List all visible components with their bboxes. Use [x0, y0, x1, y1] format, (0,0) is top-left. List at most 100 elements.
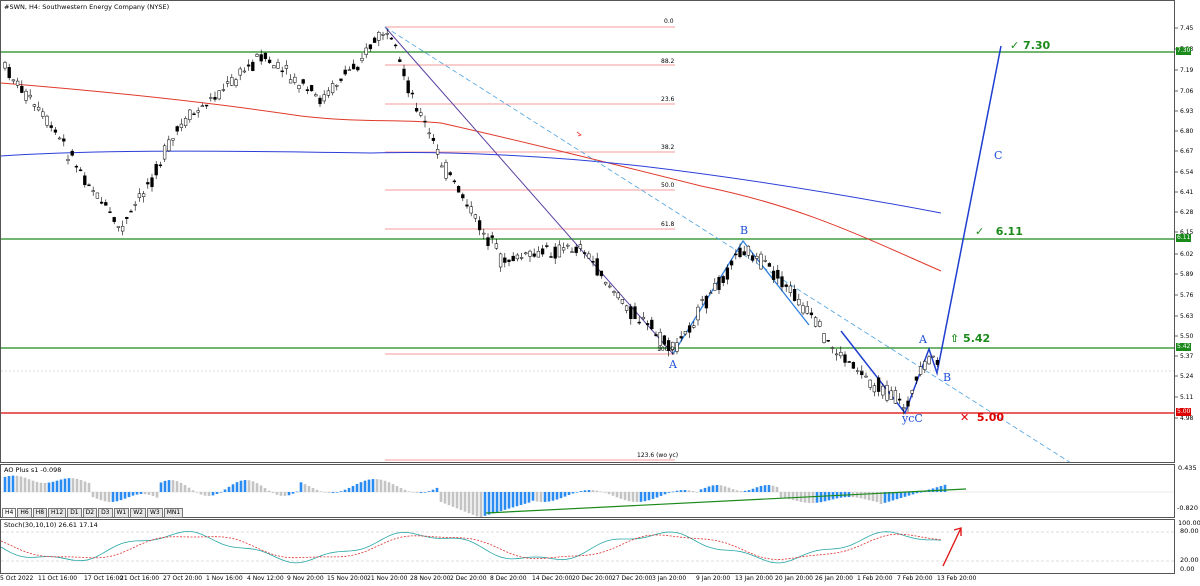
candle-body — [129, 210, 133, 213]
ao-bar — [611, 492, 615, 496]
candle-body — [834, 353, 839, 356]
ao-bar — [155, 492, 159, 498]
date-label: 2 Dec 20:00 — [450, 575, 487, 582]
candle-body — [603, 281, 608, 285]
timeframe-tab-w3[interactable]: W3 — [147, 508, 163, 518]
ao-bar — [83, 481, 87, 492]
candle-body — [902, 407, 906, 410]
candle-body — [914, 376, 919, 381]
candle-body — [238, 68, 242, 76]
candle-body — [175, 126, 179, 132]
candle-body — [587, 253, 591, 259]
ao-bar — [427, 491, 431, 492]
candle-body — [171, 138, 175, 141]
price-axis[interactable]: 7.457.337.197.066.936.806.676.546.416.28… — [1175, 0, 1200, 463]
stoch-axis-0: 0.00 — [1180, 565, 1195, 573]
ao-bar — [939, 486, 943, 492]
candle-body — [326, 90, 331, 96]
timeframe-tab-d1[interactable]: D1 — [67, 508, 82, 518]
timeframe-tab-w1[interactable]: W1 — [113, 508, 130, 518]
candle-body — [805, 306, 809, 314]
ao-bar — [211, 492, 215, 496]
ao-bar — [903, 492, 907, 497]
candle-body — [721, 276, 725, 283]
candle-body — [162, 145, 167, 160]
ao-bar — [667, 492, 671, 493]
stoch-axis-20: 20.00 — [1180, 556, 1199, 564]
timeframe-tab-h4[interactable]: H4 — [2, 508, 17, 518]
timeframe-tab-h6[interactable]: H6 — [17, 508, 32, 518]
price-tick-label: 7.45 — [1180, 25, 1194, 32]
ao-axis-bottom: -0.820 — [1177, 504, 1198, 512]
candle-body — [931, 355, 935, 358]
stoch-indicator-pane[interactable]: Stoch(30,10,10) 26.61 17.14 — [0, 519, 1175, 574]
ao-bar — [739, 490, 743, 492]
level-611-value: 6.11 — [995, 225, 1023, 238]
ao-bar — [631, 492, 635, 502]
candle-body — [515, 254, 520, 260]
candle-body — [494, 243, 499, 249]
candle-body — [11, 79, 16, 82]
candle-body — [280, 70, 284, 73]
level-500-label: ✕ 5.00 — [960, 411, 1005, 424]
ao-bar — [219, 491, 223, 493]
candle-body — [120, 225, 125, 232]
ao-bar — [915, 492, 919, 494]
price-axis-ticks: 7.457.337.197.066.936.806.676.546.416.28… — [1175, 25, 1194, 422]
ao-bar — [743, 490, 747, 492]
ao-bar — [747, 490, 751, 492]
ao-bar — [235, 482, 239, 492]
candle-body — [633, 306, 637, 320]
fib-label-1000: 100.0 — [657, 346, 675, 353]
candle-body — [927, 356, 931, 365]
ao-bar — [467, 492, 471, 514]
candle-body — [225, 81, 230, 84]
ao-bar — [371, 479, 375, 492]
timeframe-tab-h12[interactable]: H12 — [48, 508, 67, 518]
candle-body — [70, 150, 74, 156]
stoch-lines — [1, 527, 1174, 567]
wave-label-b2: B — [943, 371, 952, 384]
ao-bar — [751, 488, 755, 492]
candle-body — [872, 385, 877, 393]
ao-bar — [407, 491, 411, 492]
ao-bar — [259, 485, 263, 492]
ao-bar — [95, 492, 99, 499]
candle-body — [414, 108, 419, 112]
candle-body — [167, 139, 171, 152]
ao-bar — [559, 492, 563, 499]
candle-body — [843, 354, 847, 363]
candle-body — [230, 77, 234, 86]
date-label: 21 Nov 20:00 — [367, 575, 408, 582]
ao-bar — [431, 489, 435, 492]
ao-bar — [287, 492, 291, 496]
timeframe-tab-w2[interactable]: W2 — [130, 508, 146, 518]
timeframe-tab-h8[interactable]: H8 — [32, 508, 48, 518]
candle-body — [284, 64, 289, 69]
ao-bar — [127, 492, 131, 498]
candle-body — [83, 175, 87, 186]
date-label: 17 Oct 16:00 — [84, 575, 124, 582]
candle-body — [868, 379, 872, 388]
ao-bar — [603, 492, 607, 493]
candle-body — [574, 246, 578, 253]
timeframe-tab-d3[interactable]: D3 — [98, 508, 113, 518]
price-tick-label: 6.41 — [1180, 189, 1194, 196]
date-label: 15 Nov 20:00 — [327, 575, 368, 582]
ao-bar — [487, 492, 491, 515]
level-500-value: 5.00 — [976, 411, 1005, 424]
candle-body — [192, 113, 196, 116]
candle-body — [36, 106, 41, 111]
ao-bar — [375, 479, 379, 492]
ao-bar — [87, 482, 91, 492]
timeframe-tab-mn1[interactable]: MN1 — [163, 508, 184, 518]
candle-body — [473, 214, 478, 219]
ao-bar — [227, 486, 231, 492]
ao-bar — [103, 492, 107, 502]
candle-body — [675, 342, 679, 352]
ao-bar — [267, 490, 271, 492]
ao-bar — [587, 490, 591, 492]
timeframe-tab-d2[interactable]: D2 — [82, 508, 98, 518]
stoch-axis-100: 100.00 — [1178, 519, 1200, 527]
ao-bar — [671, 491, 675, 493]
